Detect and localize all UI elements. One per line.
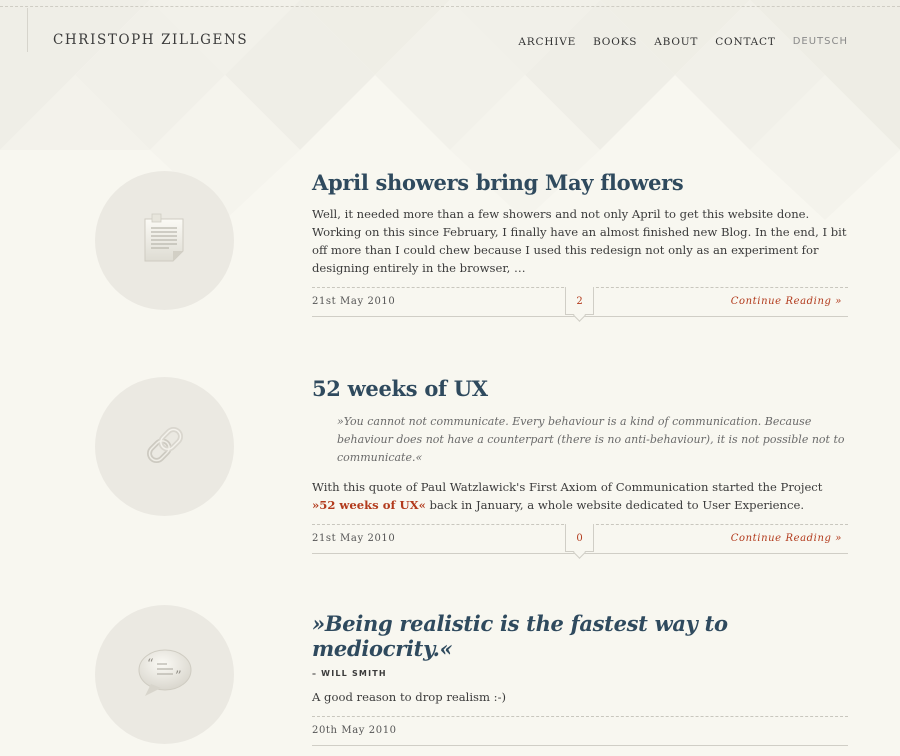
chain-link-icon — [140, 420, 190, 474]
top-dashed-rule — [0, 6, 900, 7]
post-icon-circle — [95, 377, 234, 516]
post-52-weeks-of-ux: 52 weeks of UX »You cannot not communica… — [312, 376, 848, 554]
post-title[interactable]: »Being realistic is the fastest way to m… — [312, 611, 848, 661]
quote-bubble-icon: “ ” — [135, 646, 195, 704]
post-date: 21st May 2010 — [312, 533, 396, 544]
post-icon-circle: “ ” — [95, 605, 234, 744]
nav-about[interactable]: ABOUT — [654, 36, 698, 48]
post-date: 20th May 2010 — [312, 725, 397, 736]
post-body-text: With this quote of Paul Watzlawick's Fir… — [312, 480, 823, 494]
site-title[interactable]: CHRISTOPH ZILLGENS — [53, 32, 248, 48]
post-icon-circle — [95, 171, 234, 310]
post-meta: 21st May 2010 0 Continue Reading » — [312, 524, 848, 554]
post-meta: 21st May 2010 2 Continue Reading » — [312, 287, 848, 317]
svg-text:“: “ — [147, 657, 154, 672]
post-title[interactable]: April showers bring May flowers — [312, 170, 848, 195]
continue-reading-link[interactable]: Continue Reading » — [731, 533, 842, 544]
document-icon — [139, 211, 191, 271]
post-body: A good reason to drop realism :-) — [312, 690, 507, 704]
post-excerpt: Well, it needed more than a few showers … — [312, 207, 847, 275]
continue-reading-link[interactable]: Continue Reading » — [731, 296, 842, 307]
nav-archive[interactable]: ARCHIVE — [518, 36, 576, 48]
comment-count-bubble[interactable]: 0 — [565, 524, 594, 552]
post-body-text-after: back in January, a whole website dedicat… — [425, 498, 805, 512]
main-nav: ARCHIVE BOOKS ABOUT CONTACT DEUTSCH — [518, 36, 848, 48]
post-body: With this quote of Paul Watzlawick's Fir… — [312, 478, 848, 514]
post-title[interactable]: 52 weeks of UX — [312, 376, 848, 401]
post-date: 21st May 2010 — [312, 296, 396, 307]
nav-contact[interactable]: CONTACT — [715, 36, 775, 48]
svg-text:”: ” — [175, 669, 182, 684]
comment-count-bubble[interactable]: 2 — [565, 287, 594, 315]
left-vertical-rule — [27, 8, 28, 52]
post-april-showers: April showers bring May flowers Well, it… — [312, 170, 848, 317]
post-meta: 20th May 2010 — [312, 716, 848, 746]
post-blockquote: »You cannot not communicate. Every behav… — [337, 415, 845, 464]
post-quote-will-smith: »Being realistic is the fastest way to m… — [312, 611, 848, 746]
nav-books[interactable]: BOOKS — [593, 36, 637, 48]
project-link-52-weeks-of-ux[interactable]: »52 weeks of UX« — [312, 498, 426, 512]
nav-language-deutsch[interactable]: DEUTSCH — [793, 36, 848, 48]
quote-author: – WILL SMITH — [312, 669, 387, 678]
